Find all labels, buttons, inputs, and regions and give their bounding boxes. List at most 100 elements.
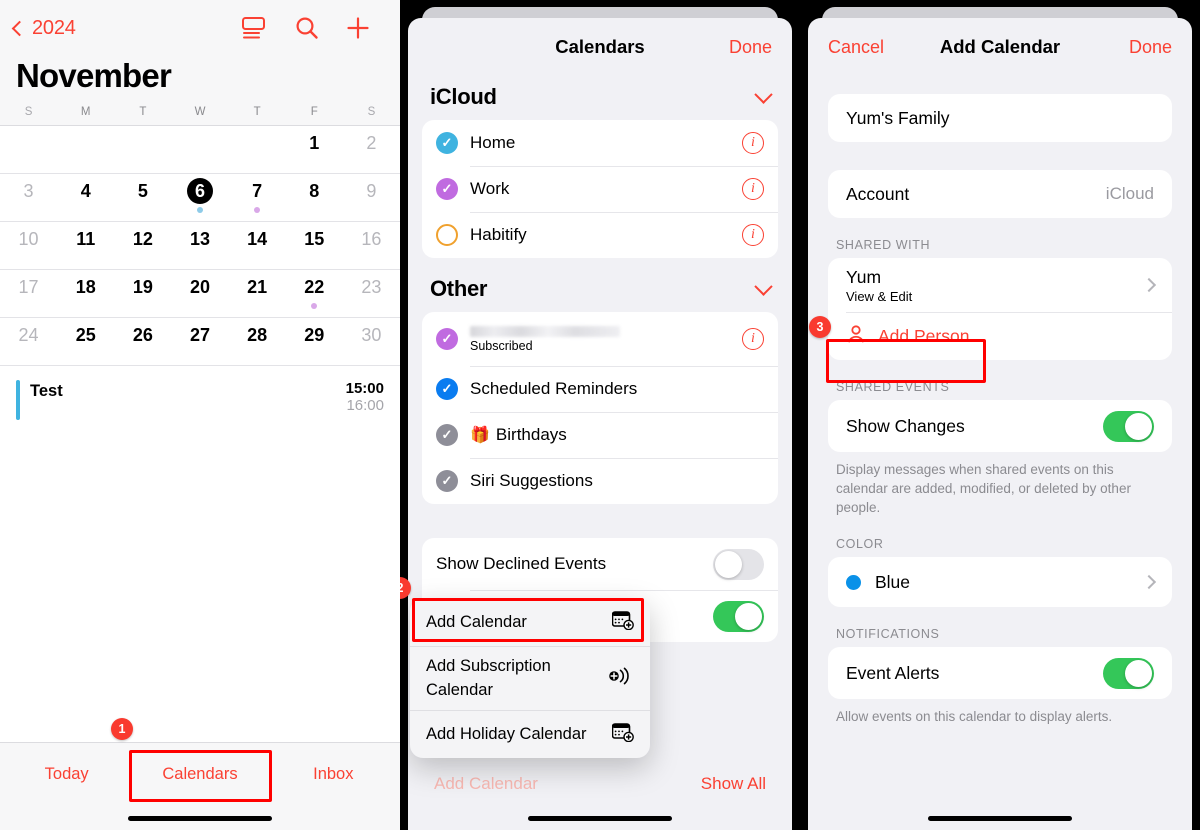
list-item[interactable]: Habitify i (422, 212, 778, 258)
day-cell[interactable]: 22 (286, 270, 343, 317)
day-cell[interactable]: 5 (114, 174, 171, 221)
menu-label: Add Holiday Calendar (426, 724, 587, 743)
checkbox-checked[interactable]: ✓ (436, 470, 458, 492)
tab-inbox[interactable]: Inbox (267, 765, 400, 784)
list-view-icon[interactable] (242, 17, 268, 39)
menu-item-add-subscription-calendar[interactable]: Add Subscription Calendar (410, 646, 650, 710)
day-cell[interactable]: 19 (114, 270, 171, 317)
menu-item-add-calendar[interactable]: Add Calendar (410, 598, 650, 646)
cancel-button[interactable]: Cancel (828, 37, 884, 58)
group-header-icloud[interactable]: iCloud (408, 84, 792, 110)
chevron-down-icon[interactable] (754, 84, 773, 104)
add-person-row[interactable]: Add Person (828, 312, 1172, 360)
back-to-year-button[interactable]: 2024 (11, 17, 76, 40)
event-alerts-toggle[interactable] (1103, 657, 1154, 689)
event-alerts-row[interactable]: Event Alerts (828, 647, 1172, 699)
add-calendar-context-menu: Add Calendar Add Subscription Calendar A… (410, 598, 650, 758)
day-cell[interactable]: 13 (171, 222, 228, 269)
checkbox-checked[interactable]: ✓ (436, 178, 458, 200)
day-cell[interactable]: 28 (229, 318, 286, 365)
day-cell[interactable]: 17 (0, 270, 57, 317)
list-item[interactable]: ✓ Scheduled Reminders (422, 366, 778, 412)
checkbox-unchecked[interactable] (436, 224, 458, 246)
calendar-name-field[interactable]: Yum's Family (828, 94, 1172, 142)
list-item[interactable]: ✓ Home i (422, 120, 778, 166)
day-cell[interactable]: 30 (343, 318, 400, 365)
checkbox-checked[interactable]: ✓ (436, 424, 458, 446)
day-cell[interactable]: 8 (286, 174, 343, 221)
calendar-list-other: ✓ Subscribed i ✓ Scheduled Reminders ✓ 🎁… (422, 312, 778, 504)
info-icon[interactable]: i (742, 224, 764, 246)
day-number: 12 (132, 229, 153, 249)
info-icon[interactable]: i (742, 328, 764, 350)
info-icon[interactable]: i (742, 132, 764, 154)
setting-toggle[interactable] (713, 600, 764, 632)
event-dot (254, 207, 261, 213)
day-cell[interactable]: 18 (57, 270, 114, 317)
tab-today[interactable]: Today (0, 765, 133, 784)
list-item[interactable]: ✓ 🎁 Birthdays (422, 412, 778, 458)
day-cell[interactable]: 16 (343, 222, 400, 269)
calendar-add-icon (602, 610, 634, 635)
shared-person-row[interactable]: Yum View & Edit (828, 258, 1172, 312)
day-cell[interactable]: 6 (171, 174, 228, 221)
list-item[interactable]: ✓ Siri Suggestions (422, 458, 778, 504)
day-number: 20 (189, 277, 210, 297)
group-header-other[interactable]: Other (408, 276, 792, 302)
done-button[interactable]: Done (1129, 37, 1172, 58)
day-cell[interactable]: 1 (286, 126, 343, 173)
day-cell[interactable]: 27 (171, 318, 228, 365)
add-icon[interactable] (346, 16, 370, 40)
show-changes-row[interactable]: Show Changes (828, 400, 1172, 452)
calendar-top-bar: 2024 (0, 0, 400, 56)
show-declined-toggle[interactable] (713, 548, 764, 580)
day-cell[interactable]: 25 (57, 318, 114, 365)
list-item[interactable]: Test 15:00 16:00 (16, 380, 384, 420)
day-cell[interactable]: 21 (229, 270, 286, 317)
day-cell[interactable]: 7 (229, 174, 286, 221)
day-cell[interactable]: 29 (286, 318, 343, 365)
step-badge-3: 3 (809, 316, 831, 338)
day-cell[interactable]: 9 (343, 174, 400, 221)
account-row[interactable]: Account iCloud (828, 170, 1172, 218)
day-cell[interactable]: 23 (343, 270, 400, 317)
list-item[interactable]: ✓ Work i (422, 166, 778, 212)
day-cell[interactable]: 3 (0, 174, 57, 221)
show-all-button[interactable]: Show All (701, 774, 766, 794)
done-button[interactable]: Done (729, 37, 772, 58)
tab-calendars[interactable]: Calendars (133, 765, 266, 784)
list-item[interactable]: Show Declined Events (422, 538, 778, 590)
day-cell[interactable]: 4 (57, 174, 114, 221)
checkbox-checked[interactable]: ✓ (436, 328, 458, 350)
day-cell-empty (114, 126, 171, 173)
notifications-note: Allow events on this calendar to display… (836, 709, 1113, 724)
redacted-calendar-name (470, 325, 620, 337)
day-cell[interactable]: 26 (114, 318, 171, 365)
day-cell[interactable]: 24 (0, 318, 57, 365)
search-icon[interactable] (295, 16, 319, 40)
day-number: 6 (186, 178, 213, 204)
day-cell[interactable]: 10 (0, 222, 57, 269)
day-cell[interactable]: 11 (57, 222, 114, 269)
menu-label: Add Calendar (426, 612, 527, 631)
list-item[interactable]: ✓ Subscribed i (422, 312, 778, 366)
show-changes-toggle[interactable] (1103, 410, 1154, 442)
info-icon[interactable]: i (742, 178, 764, 200)
chevron-down-icon[interactable] (754, 276, 773, 296)
month-grid: 1 2 3 4 5 6 7 8 9 10 11 12 13 14 15 16 17 18 19 20 21 22 23 24 2… (0, 126, 400, 366)
day-cell[interactable]: 15 (286, 222, 343, 269)
color-row[interactable]: Blue (828, 557, 1172, 607)
shared-events-card: Show Changes (828, 400, 1172, 452)
event-start-time: 15:00 (345, 380, 384, 397)
add-calendar-button[interactable]: Add Calendar (434, 774, 538, 794)
day-cell[interactable]: 12 (114, 222, 171, 269)
day-number: 11 (76, 229, 96, 249)
menu-item-add-holiday-calendar[interactable]: Add Holiday Calendar (410, 710, 650, 758)
checkbox-checked[interactable]: ✓ (436, 378, 458, 400)
setting-label: Show Declined Events (436, 554, 607, 573)
day-cell[interactable]: 14 (229, 222, 286, 269)
checkbox-checked[interactable]: ✓ (436, 132, 458, 154)
color-swatch-icon (846, 574, 861, 590)
day-cell[interactable]: 20 (171, 270, 228, 317)
day-cell[interactable]: 2 (343, 126, 400, 173)
